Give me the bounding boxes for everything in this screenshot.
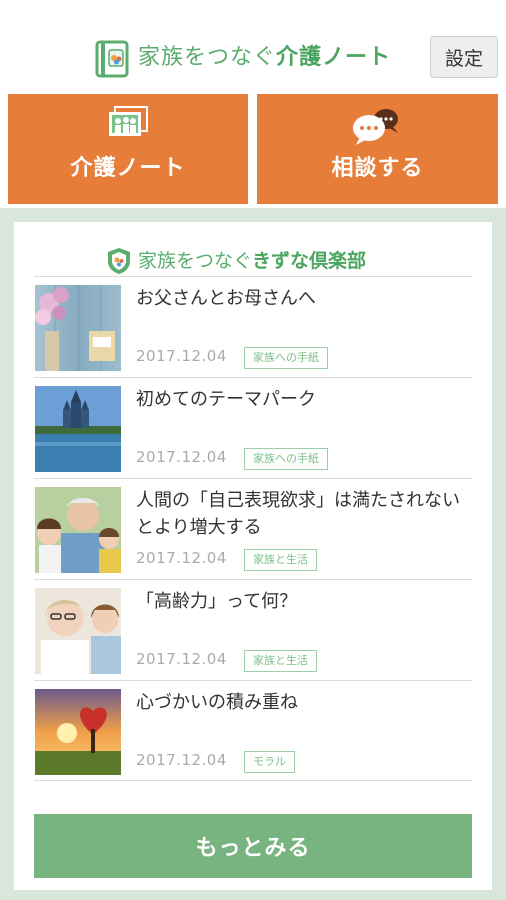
article-tag: 家族と生活 [244,650,317,672]
article-thumbnail [35,689,121,775]
article-item[interactable]: 人間の「自己表現欲求」は満たされないとより増大する 2017.12.04 家族と… [34,478,472,579]
article-date: 2017.12.04 [136,448,227,466]
app-title: 家族をつなぐ介護ノート [138,45,392,70]
consult-button[interactable]: 相談する [257,94,498,204]
consult-label: 相談する [331,156,424,181]
article-title: 「高齢力」って何？ [136,591,298,612]
app-header: 家族をつなぐ介護ノート 設定 [0,0,506,94]
care-note-button[interactable]: 介護ノート [8,94,248,204]
notebook-logo-icon [95,40,129,78]
article-thumbnail [35,386,121,472]
article-thumbnail [35,588,121,674]
article-date: 2017.12.04 [136,751,227,769]
article-item[interactable]: 「高齢力」って何？ 2017.12.04 家族と生活 [34,579,472,680]
more-button[interactable]: もっとみる [34,814,472,878]
article-thumbnail [35,285,121,371]
article-tag: モラル [244,751,295,773]
article-item[interactable]: 初めてのテーマパーク 2017.12.04 家族への手紙 [34,377,472,478]
club-card: 家族をつなぐきずな倶楽部 お父さんとお母さんへ 2017.12.04 家族への手… [14,222,492,890]
article-date: 2017.12.04 [136,347,227,365]
chat-bubble-icon [352,109,398,145]
article-date: 2017.12.04 [136,549,227,567]
article-thumbnail [35,487,121,573]
settings-button[interactable]: 設定 [430,36,498,78]
article-title: 人間の「自己表現欲求」は満たされないとより増大する [136,490,460,538]
article-title: 心づかいの積み重ね [136,692,298,713]
article-list: お父さんとお母さんへ 2017.12.04 家族への手紙 初めてのテーマパーク … [34,276,472,781]
shield-logo-icon [108,248,130,274]
article-title: 初めてのテーマパーク [136,389,316,410]
article-title: お父さんとお母さんへ [136,288,316,309]
care-note-label: 介護ノート [70,156,186,181]
article-tag: 家族と生活 [244,549,317,571]
club-title: 家族をつなぐきずな倶楽部 [138,250,367,272]
club-heading: 家族をつなぐきずな倶楽部 [14,242,492,276]
article-item[interactable]: お父さんとお母さんへ 2017.12.04 家族への手紙 [34,276,472,377]
article-tag: 家族への手紙 [244,448,328,470]
article-date: 2017.12.04 [136,650,227,668]
article-item[interactable]: 心づかいの積み重ね 2017.12.04 モラル [34,680,472,781]
photo-album-icon [109,106,148,136]
article-tag: 家族への手紙 [244,347,328,369]
club-panel: 家族をつなぐきずな倶楽部 お父さんとお母さんへ 2017.12.04 家族への手… [0,208,506,900]
